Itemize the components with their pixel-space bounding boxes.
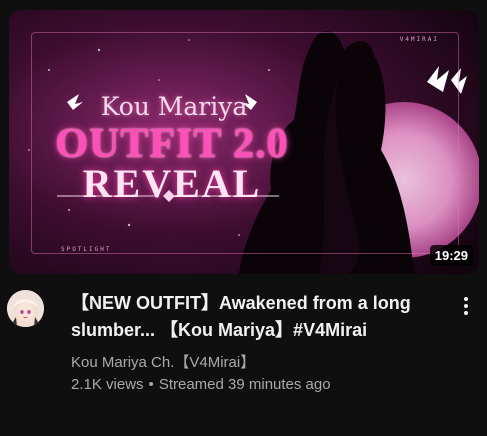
meta-separator: • <box>148 376 154 393</box>
thumbnail-tag-top: V4MIRAI <box>399 36 439 43</box>
avatar-image <box>7 290 44 327</box>
thumbnail-tag-bottom: SPOTLIGHT <box>61 246 112 253</box>
duration-badge: 19:29 <box>429 245 473 266</box>
thumbnail-title-line2: REVEAL <box>82 161 262 206</box>
video-title[interactable]: 【NEW OUTFIT】Awakened from a long slumber… <box>71 290 447 344</box>
view-count: 2.1K views <box>71 376 144 393</box>
stream-time: Streamed 39 minutes ago <box>158 376 331 393</box>
thumbnail-title-name: Kou Mariya <box>100 92 248 121</box>
channel-avatar[interactable] <box>7 290 44 327</box>
vertical-ellipsis-icon[interactable] <box>455 294 477 318</box>
video-card: V4MIRAI SPOTLIGHT Kou Mariya OUTFIT 2.0 … <box>0 0 487 436</box>
video-metadata: 2.1K views • Streamed 39 minutes ago <box>71 376 331 393</box>
video-thumbnail[interactable]: V4MIRAI SPOTLIGHT Kou Mariya OUTFIT 2.0 … <box>9 10 479 274</box>
channel-name[interactable]: Kou Mariya Ch.【V4Mirai】 <box>71 351 255 372</box>
more-actions-icon <box>464 297 468 315</box>
